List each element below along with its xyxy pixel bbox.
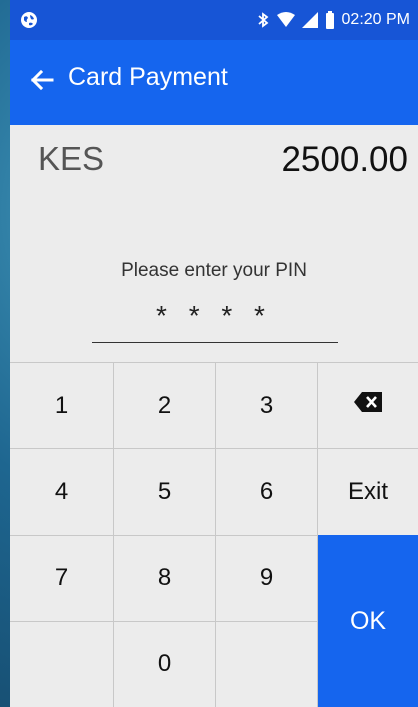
bluetooth-icon: [256, 11, 270, 29]
status-bar: 02:20 PM: [10, 0, 418, 40]
key-8[interactable]: 8: [114, 534, 216, 621]
key-3[interactable]: 3: [216, 362, 318, 449]
exit-button[interactable]: Exit: [318, 448, 418, 534]
signal-icon: [301, 12, 318, 28]
key-2[interactable]: 2: [114, 362, 216, 449]
globe-icon: [20, 11, 38, 29]
key-7[interactable]: 7: [10, 534, 114, 621]
arrow-left-icon[interactable]: [28, 66, 56, 94]
wifi-icon: [276, 12, 295, 28]
ok-button[interactable]: OK: [318, 534, 418, 707]
key-1[interactable]: 1: [10, 362, 114, 449]
page-title: Card Payment: [68, 63, 228, 91]
phone-screen: 02:20 PM Card Payment KES 2500.00 Please…: [10, 0, 418, 707]
backspace-icon: [353, 391, 383, 420]
pin-prompt: Please enter your PIN: [121, 260, 307, 281]
key-4[interactable]: 4: [10, 448, 114, 535]
key-9[interactable]: 9: [216, 534, 318, 621]
currency-label: KES: [38, 140, 105, 177]
status-time: 02:20 PM: [341, 11, 410, 28]
key-0[interactable]: 0: [114, 620, 216, 707]
key-6[interactable]: 6: [216, 448, 318, 535]
backspace-button[interactable]: [318, 362, 418, 448]
battery-icon: [325, 11, 335, 29]
blank-key: [10, 620, 114, 707]
pin-field[interactable]: * * * *: [10, 300, 418, 332]
key-5[interactable]: 5: [114, 448, 216, 535]
app-bar: Card Payment: [10, 40, 418, 125]
numeric-keypad: 1 2 3 4 5 6 Exit 7 8 9 OK 0: [10, 362, 418, 707]
pin-underline: [92, 342, 338, 343]
amount-value: 2500.00: [281, 140, 408, 179]
blank-key: [216, 620, 318, 707]
